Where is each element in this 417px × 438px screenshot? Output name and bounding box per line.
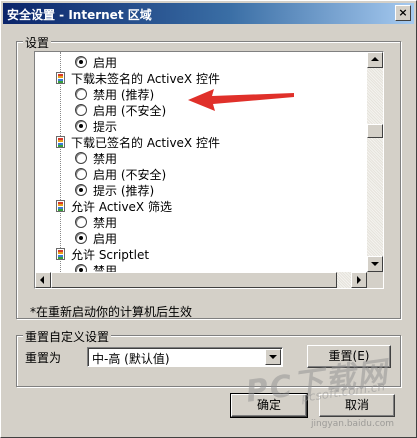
reset-level-select[interactable]: 中-高 (默认值) [87, 347, 283, 367]
settings-category-label: 允许 ActiveX 筛选 [71, 199, 172, 214]
scrollbar-corner [367, 272, 383, 288]
settings-category-icon [55, 199, 67, 213]
radio-unchecked-icon[interactable] [75, 152, 87, 164]
settings-option[interactable]: 禁用 (推荐) [75, 86, 154, 102]
ok-button[interactable]: 确定 [230, 393, 308, 418]
settings-option[interactable]: 启用 [75, 230, 117, 246]
settings-option[interactable]: 禁用 [75, 262, 117, 272]
settings-option[interactable]: 禁用 [75, 214, 117, 230]
radio-checked-icon[interactable] [75, 264, 87, 272]
settings-option-label: 启用 [93, 231, 118, 246]
radio-unchecked-icon[interactable] [75, 168, 87, 180]
settings-option-label: 提示 (推荐) [93, 183, 155, 198]
radio-checked-icon[interactable] [75, 120, 87, 132]
settings-option[interactable]: 启用 (不安全) [75, 166, 166, 182]
settings-option-label: 启用 (不安全) [93, 103, 167, 118]
settings-category: 下载未签名的 ActiveX 控件 [55, 70, 220, 86]
reset-group: 重置自定义设置 重置为 中-高 (默认值) 重置(E) [16, 328, 401, 387]
cancel-button[interactable]: 取消 [319, 394, 395, 417]
chevron-down-icon[interactable] [265, 349, 281, 365]
radio-checked-icon[interactable] [75, 56, 87, 68]
radio-unchecked-icon[interactable] [75, 88, 87, 100]
settings-option[interactable]: 启用 (不安全) [75, 102, 166, 118]
restart-note: *在重新启动你的计算机后生效 [30, 305, 193, 319]
settings-group: 设置 启用 下载未签名的 ActiveX 控件 禁用 (推荐) 启用 (不安全) 提示下… [16, 34, 401, 319]
settings-option-label: 启用 [93, 55, 118, 70]
settings-list-viewport: 启用 下载未签名的 ActiveX 控件 禁用 (推荐) 启用 (不安全) 提示 下载已签… [35, 52, 367, 272]
settings-option-label: 禁用 [93, 215, 118, 230]
security-settings-dialog: 安全设置 - Internet 区域 × 设置 启用 下载未签名的 ActiveX… [0, 0, 417, 438]
radio-unchecked-icon[interactable] [75, 104, 87, 116]
vertical-scroll-thumb[interactable] [367, 124, 383, 138]
settings-option[interactable]: 启用 [75, 54, 117, 70]
annotation-arrow-icon [188, 89, 294, 111]
settings-option-label: 禁用 [93, 263, 118, 273]
reset-to-label: 重置为 [25, 351, 62, 365]
settings-option[interactable]: 提示 [75, 118, 117, 134]
scroll-right-button[interactable] [351, 272, 367, 288]
settings-category-icon [55, 135, 67, 149]
horizontal-scroll-thumb[interactable] [51, 272, 337, 288]
settings-option-label: 提示 [93, 119, 118, 134]
settings-option-label: 禁用 (推荐) [93, 87, 155, 102]
settings-category-label: 允许 Scriptlet [71, 247, 150, 262]
window-title: 安全设置 - Internet 区域 [7, 8, 152, 22]
horizontal-scrollbar[interactable] [35, 272, 367, 288]
vertical-scrollbar[interactable] [367, 52, 383, 272]
radio-checked-icon[interactable] [75, 184, 87, 196]
settings-category-icon [55, 71, 67, 85]
radio-unchecked-icon[interactable] [75, 216, 87, 228]
reset-group-label: 重置自定义设置 [23, 328, 112, 345]
settings-category: 下载已签名的 ActiveX 控件 [55, 134, 220, 150]
watermark-sub: jingyan.baidu.com [311, 419, 395, 429]
reset-button[interactable]: 重置(E) [307, 345, 391, 368]
settings-category: 允许 Scriptlet [55, 246, 149, 262]
settings-category: 允许 ActiveX 筛选 [55, 198, 172, 214]
scroll-left-button[interactable] [35, 272, 51, 288]
title-bar[interactable]: 安全设置 - Internet 区域 × [3, 3, 414, 24]
settings-option[interactable]: 禁用 [75, 150, 117, 166]
scroll-down-button[interactable] [367, 256, 383, 272]
settings-category-icon [55, 247, 67, 261]
settings-category-label: 下载已签名的 ActiveX 控件 [71, 135, 220, 150]
close-button[interactable]: × [395, 5, 411, 21]
settings-category-label: 下载未签名的 ActiveX 控件 [71, 71, 220, 86]
settings-group-label: 设置 [23, 34, 52, 51]
settings-option-label: 禁用 [93, 151, 118, 166]
radio-checked-icon[interactable] [75, 232, 87, 244]
scroll-up-button[interactable] [367, 52, 383, 68]
settings-option-label: 启用 (不安全) [93, 167, 167, 182]
settings-option[interactable]: 提示 (推荐) [75, 182, 154, 198]
reset-level-value: 中-高 (默认值) [92, 352, 170, 366]
